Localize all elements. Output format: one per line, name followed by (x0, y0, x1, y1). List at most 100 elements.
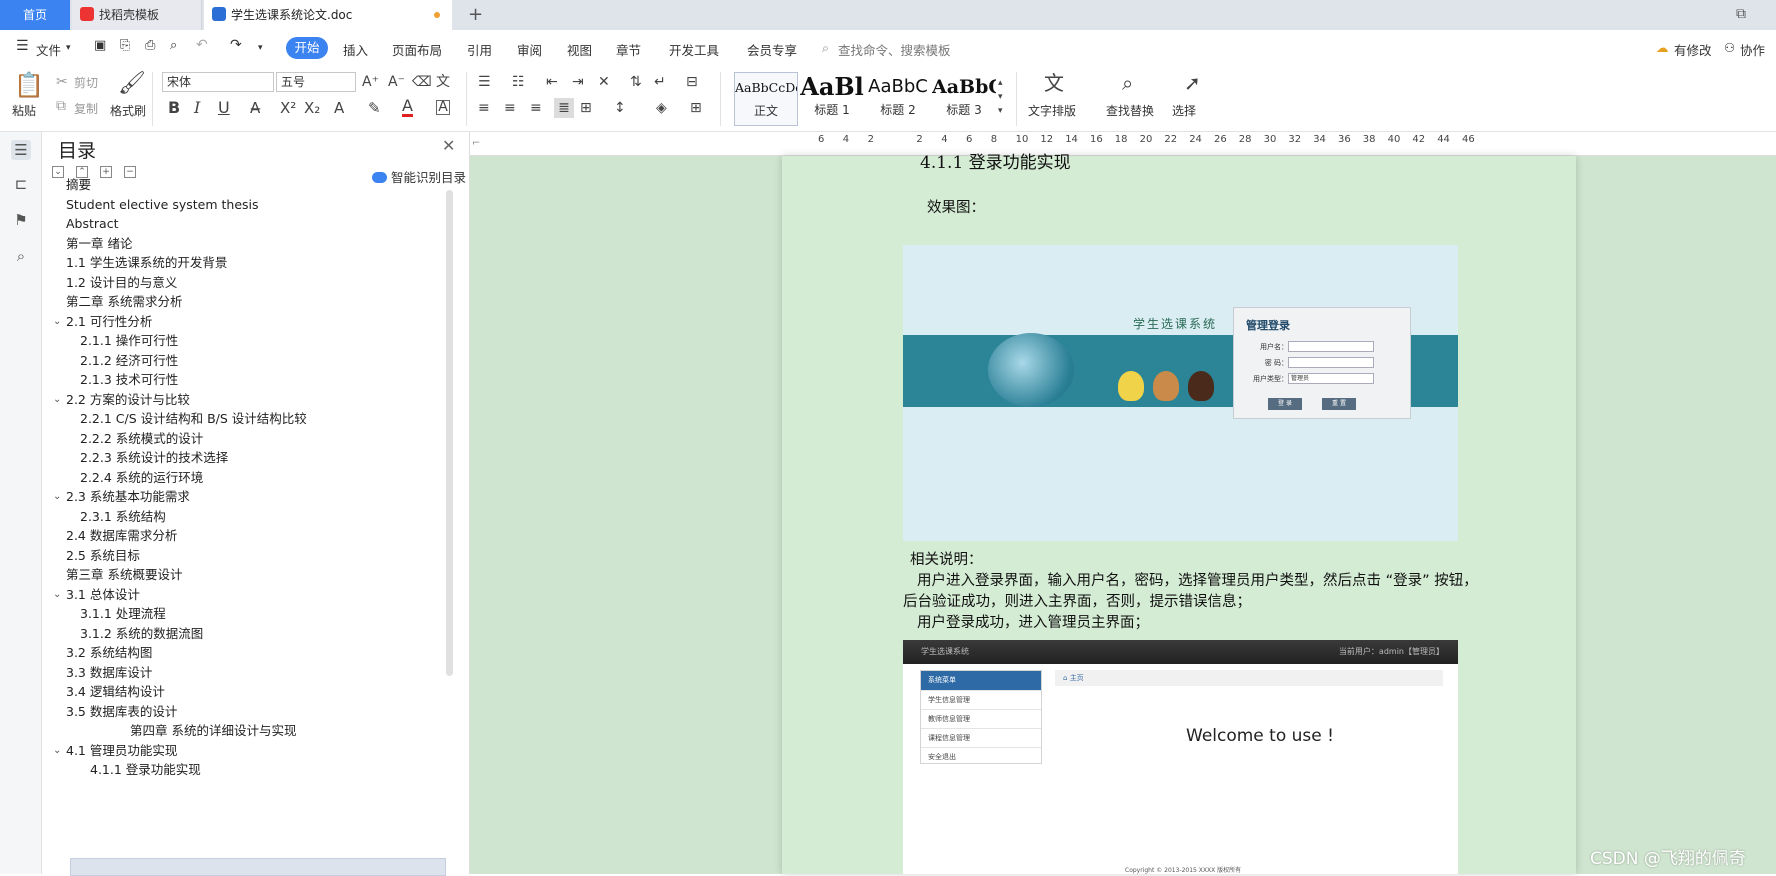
description-line[interactable]: 用户登录成功，进入管理员主界面； (917, 611, 1149, 632)
font-effect-icon[interactable]: A (334, 100, 344, 116)
description-line[interactable]: 后台验证成功，则进入主界面，否则，提示错误信息； (903, 590, 1251, 611)
toc-item[interactable]: 3.1.1 处理流程 (80, 605, 166, 623)
toc-item[interactable]: 3.1.2 系统的数据流图 (80, 625, 203, 643)
navigation-icon[interactable]: ⊏ (11, 174, 31, 194)
toc-item[interactable]: 3.5 数据库表的设计 (66, 703, 177, 721)
borders-icon[interactable]: ⊞ (690, 100, 702, 116)
menu-insert[interactable]: 插入 (343, 40, 368, 59)
decrease-indent-icon[interactable]: ⇤ (546, 74, 558, 90)
toc-item[interactable]: 2.1 可行性分析 (66, 313, 152, 331)
toc-item[interactable]: 2.2.3 系统设计的技术选择 (80, 449, 228, 467)
close-icon[interactable]: ✕ (442, 136, 455, 155)
collab-button[interactable]: 协作 (1740, 40, 1765, 59)
toc-item[interactable]: 第二章 系统需求分析 (66, 293, 182, 311)
toc-expand-chevron-icon[interactable]: ⌄ (53, 742, 61, 760)
format-painter-icon[interactable]: 🖌 (118, 72, 146, 96)
menu-member[interactable]: 会员专享 (747, 40, 797, 59)
char-border-icon[interactable]: A (436, 100, 450, 115)
toc-item[interactable]: 3.3 数据库设计 (66, 664, 152, 682)
chinese-layout-icon[interactable]: ✕ (598, 74, 610, 90)
add-item-icon[interactable]: + (100, 166, 112, 178)
toc-item[interactable]: 3.1 总体设计 (66, 586, 140, 604)
window-layout-icon[interactable]: ⧉ (1736, 6, 1746, 22)
select-button[interactable]: 选择 (1172, 102, 1196, 119)
style-normal[interactable]: AaBbCcDd 正文 (734, 72, 798, 126)
italic-icon[interactable]: I (194, 100, 200, 116)
toc-item[interactable]: 3.4 逻辑结构设计 (66, 683, 165, 701)
highlight-icon[interactable]: ✎ (368, 100, 381, 116)
shrink-font-icon[interactable]: A⁻ (388, 74, 405, 90)
menu-start[interactable]: 开始 (286, 37, 328, 59)
tab-stop-icon[interactable]: ⊟ (686, 74, 698, 90)
underline-icon[interactable]: U (218, 100, 230, 116)
toc-item[interactable]: 3.2 系统结构图 (66, 644, 152, 662)
description-title[interactable]: 相关说明： (910, 548, 983, 569)
toc-scrollbar[interactable] (446, 190, 453, 676)
toc-expand-chevron-icon[interactable]: ⌄ (53, 391, 61, 409)
redo-icon[interactable]: ↷ (230, 37, 242, 53)
toc-expand-chevron-icon[interactable]: ⌄ (53, 488, 61, 506)
menu-dev-tools[interactable]: 开发工具 (669, 40, 719, 59)
increase-indent-icon[interactable]: ⇥ (572, 74, 584, 90)
toc-item[interactable]: Abstract (66, 215, 118, 233)
toc-item[interactable]: Student elective system thesis (66, 196, 259, 214)
toc-icon[interactable]: ☰ (11, 140, 31, 160)
align-left-icon[interactable]: ≡ (478, 100, 490, 116)
menu-reference[interactable]: 引用 (467, 40, 492, 59)
toc-item[interactable]: 第三章 系统概要设计 (66, 566, 182, 584)
find-replace-button[interactable]: 查找替换 (1106, 102, 1154, 119)
add-tab-button[interactable]: + (460, 0, 483, 30)
toc-item[interactable]: 4.1 管理员功能实现 (66, 742, 177, 760)
search-icon[interactable]: ⌕ (11, 246, 31, 266)
toc-item[interactable]: 第一章 绪论 (66, 235, 132, 253)
toc-item[interactable]: 2.2.2 系统模式的设计 (80, 430, 203, 448)
toc-item[interactable]: 2.4 数据库需求分析 (66, 527, 177, 545)
find-replace-icon[interactable]: ⌕ (1122, 72, 1133, 94)
numbered-list-icon[interactable]: ☷ (512, 74, 525, 90)
section-heading[interactable]: 4.1.1 登录功能实现 (920, 148, 1071, 173)
toc-item[interactable]: 2.1.3 技术可行性 (80, 371, 178, 389)
toc-item[interactable]: 2.2.1 C/S 设计结构和 B/S 设计结构比较 (80, 410, 307, 428)
paste-button[interactable]: 粘贴 (12, 102, 36, 119)
toc-item[interactable]: 2.2.4 系统的运行环境 (80, 469, 203, 487)
description-line[interactable]: 用户进入登录界面，输入用户名，密码，选择管理员用户类型，然后点击 “登录” 按钮… (917, 569, 1478, 590)
collapse-icon[interactable]: ⌄ (52, 166, 64, 178)
bullet-list-icon[interactable]: ☰ (478, 74, 491, 90)
toc-item[interactable]: 2.1.1 操作可行性 (80, 332, 178, 350)
select-cursor-icon[interactable]: ➚ (1184, 72, 1201, 94)
font-size-select[interactable]: 五号 (276, 72, 356, 92)
print-icon[interactable]: ⎙ (145, 38, 155, 53)
tab-template[interactable]: 找稻壳模板 (72, 0, 202, 30)
remove-item-icon[interactable]: − (124, 166, 136, 178)
superscript-icon[interactable]: X² (280, 100, 296, 116)
toc-item[interactable]: 1.1 学生选课系统的开发背景 (66, 254, 227, 272)
style-scroll-icon[interactable]: ▴ ▾ ▾ (998, 76, 1003, 118)
phonetic-icon[interactable]: 文 (436, 74, 450, 90)
scissors-icon[interactable]: ✂ (56, 74, 68, 90)
effect-label[interactable]: 效果图： (927, 196, 985, 217)
hamburger-icon[interactable]: ☰ (16, 38, 29, 54)
text-layout-icon[interactable]: 文 (1044, 72, 1064, 94)
tab-home[interactable]: 首页 (0, 0, 70, 30)
subscript-icon[interactable]: X₂ (304, 100, 320, 116)
document-page[interactable]: 4.1.1 登录功能实现 效果图： 学生选课系统 管理登录 用户名： 密 码： … (782, 153, 1576, 874)
distribute-icon[interactable]: ⊞ (580, 100, 592, 116)
bold-icon[interactable]: B (168, 100, 180, 116)
more-chevron-icon[interactable]: ▾ (258, 43, 263, 53)
menu-view[interactable]: 视图 (567, 40, 592, 59)
style-heading-3[interactable]: AaBbC 标题 3 (932, 72, 996, 126)
font-color-icon[interactable]: A (402, 98, 413, 117)
ruler[interactable]: ⌐ 6 4 2 2 4 6 8 10 12 14 16 18 20 22 24 26 28 30 32 34 36 38 4… (470, 132, 1776, 156)
paste-icon[interactable]: 📋 (14, 72, 44, 98)
toc-item[interactable]: 摘要 (66, 176, 91, 194)
font-family-select[interactable]: 宋体 (162, 72, 274, 92)
format-painter-button[interactable]: 格式刷 (110, 102, 146, 119)
chevron-down-icon[interactable]: ▾ (66, 43, 71, 53)
shading-icon[interactable]: ◈ (656, 100, 667, 116)
print-preview-icon[interactable]: ⌕ (170, 38, 177, 53)
menu-page-layout[interactable]: 页面布局 (392, 40, 442, 59)
menu-file[interactable]: 文件 (36, 40, 61, 59)
text-layout-button[interactable]: 文字排版 (1028, 102, 1076, 119)
toc-item[interactable]: 第四章 系统的详细设计与实现 (130, 722, 296, 740)
save-icon[interactable]: ▣ (94, 38, 106, 53)
